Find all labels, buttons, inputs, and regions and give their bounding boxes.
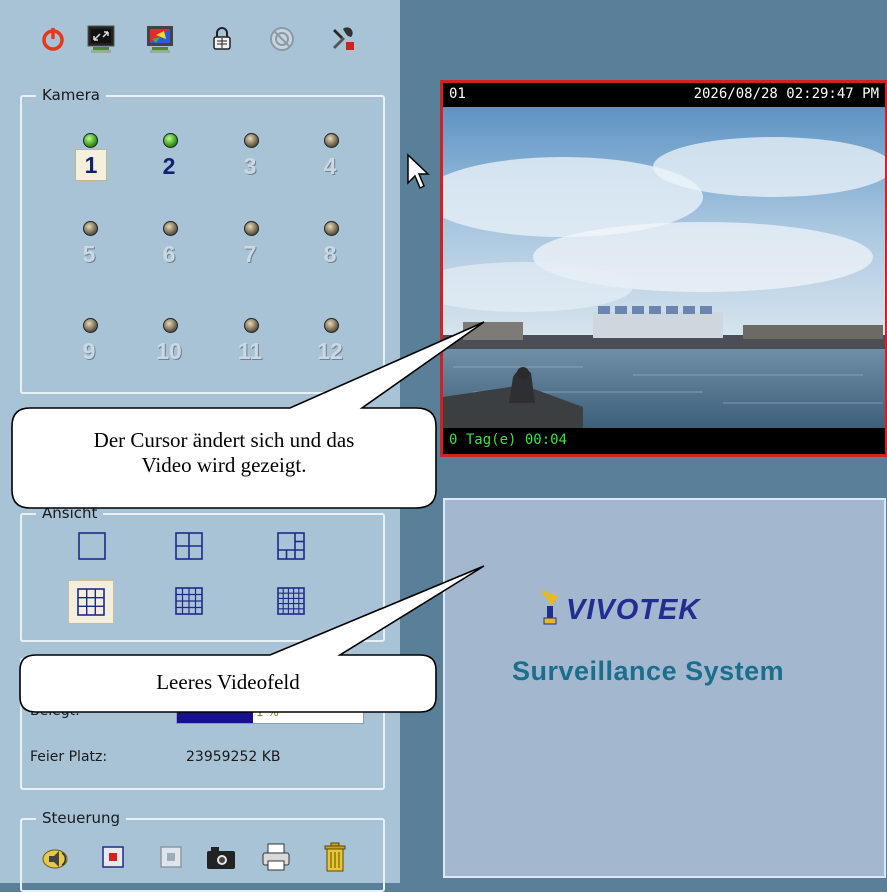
callout-top <box>11 321 485 509</box>
callout-top-text: Der Cursor ändert sich und das Video wir… <box>12 428 436 478</box>
callout-bottom-text: Leeres Videofeld <box>156 670 300 694</box>
callout-top-line2: Video wird gezeigt. <box>141 453 307 477</box>
callout-top-line1: Der Cursor ändert sich und das <box>93 428 355 452</box>
